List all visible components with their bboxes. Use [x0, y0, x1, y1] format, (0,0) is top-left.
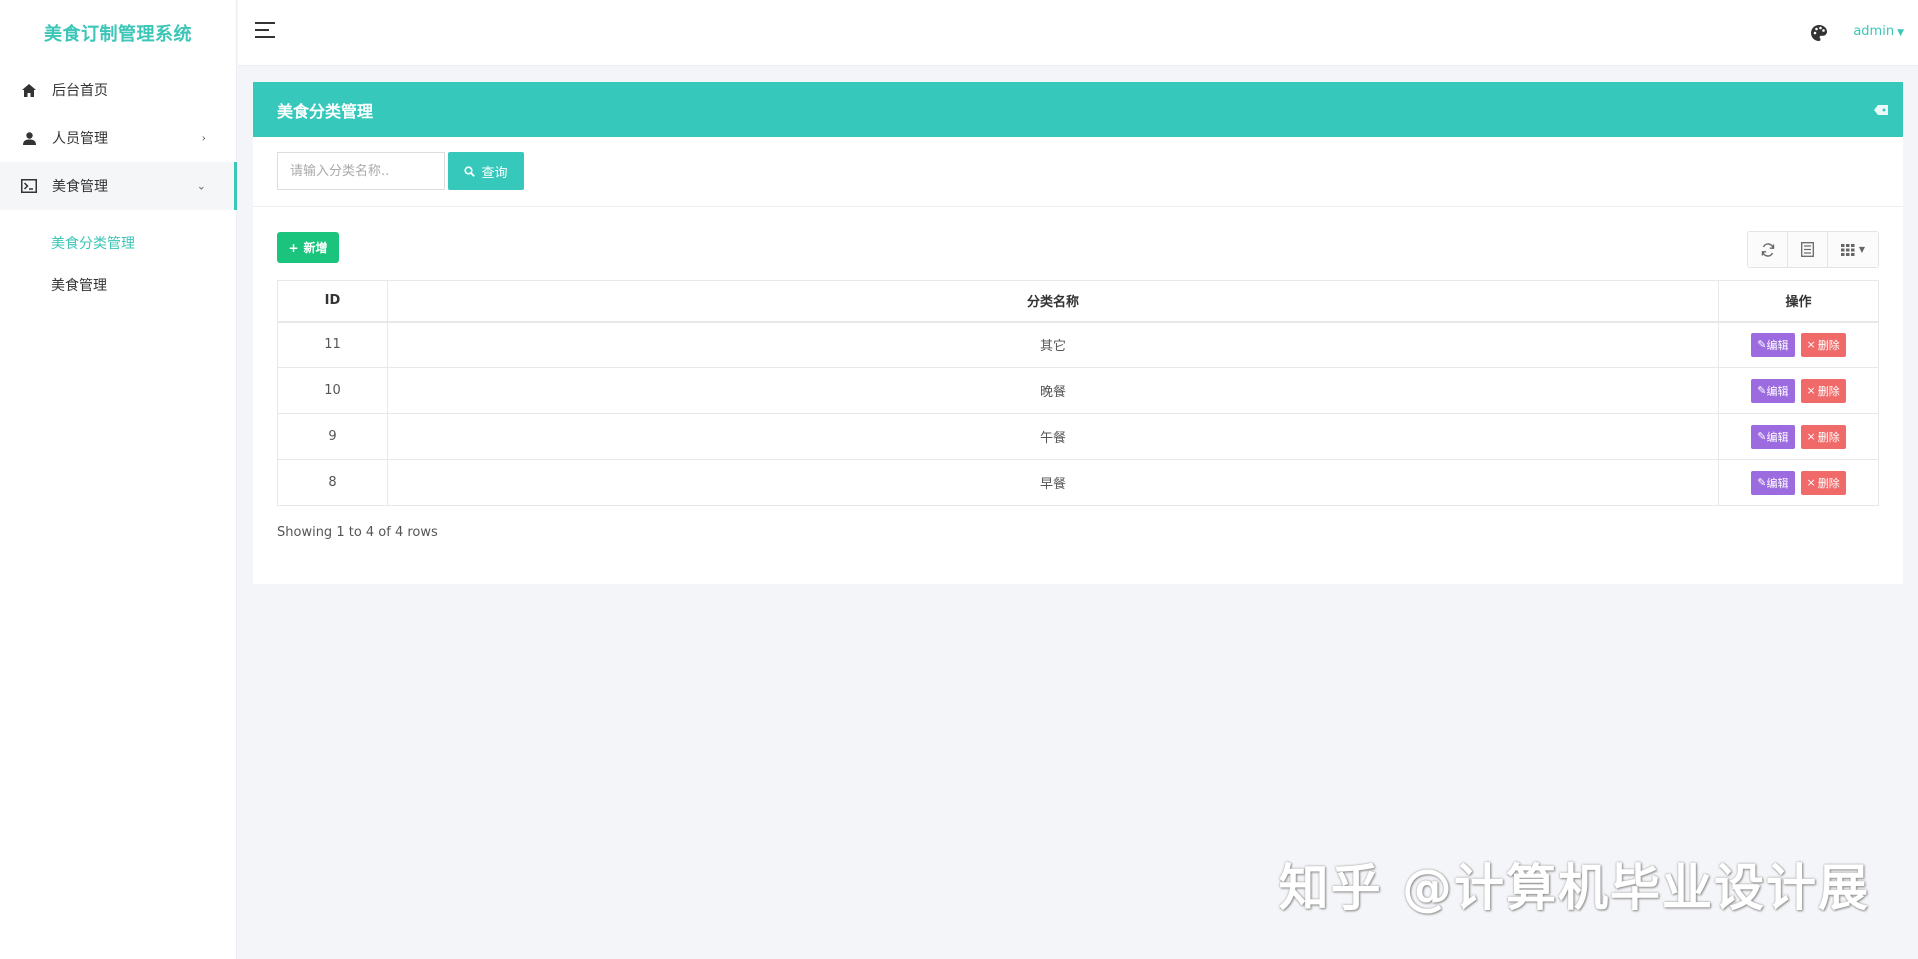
cell-actions: ✎ 编辑 × 删除 [1718, 367, 1879, 414]
edit-label: 编辑 [1766, 338, 1789, 352]
watermark: 知乎 @计算机毕业设计展 [1278, 859, 1870, 917]
column-header-name[interactable]: 分类名称 [387, 280, 1719, 323]
menu-toggle-icon[interactable] [255, 22, 277, 40]
user-icon [20, 129, 38, 147]
list-icon [1801, 242, 1814, 257]
add-button-label: 新增 [303, 241, 328, 255]
home-icon [20, 81, 38, 99]
cell-name: 晚餐 [387, 367, 1719, 414]
table-row: 8 早餐 ✎ 编辑 × 删除 [277, 459, 1879, 506]
pencil-icon: ✎ [1757, 430, 1767, 443]
refresh-icon [1761, 242, 1774, 257]
user-menu[interactable]: admin ▼ [1853, 24, 1904, 39]
close-icon: × [1806, 338, 1816, 352]
pagination-info: Showing 1 to 4 of 4 rows [277, 525, 438, 540]
toggle-view-button[interactable] [1788, 232, 1828, 267]
edit-label: 编辑 [1766, 430, 1789, 444]
refresh-button[interactable] [1748, 232, 1788, 267]
add-button[interactable]: + 新增 [277, 232, 339, 263]
delete-button[interactable]: × 删除 [1800, 332, 1846, 357]
plus-icon: + [288, 240, 299, 255]
edit-button[interactable]: ✎ 编辑 [1751, 378, 1795, 403]
pencil-icon: ✎ [1757, 476, 1767, 489]
delete-label: 删除 [1817, 476, 1840, 490]
cell-id: 9 [277, 413, 388, 460]
user-name: admin [1853, 24, 1895, 39]
data-table: ID 分类名称 操作 11 其它 ✎ 编辑 × 删除 10 晚餐 ✎ 编辑 × 删除 [277, 280, 1879, 506]
chevron-right-icon: › [201, 131, 206, 145]
close-icon: × [1806, 430, 1816, 443]
caret-down-icon: ▼ [1897, 28, 1904, 38]
search-input[interactable] [277, 152, 445, 190]
edit-button[interactable]: ✎ 编辑 [1751, 424, 1795, 449]
delete-button[interactable]: × 删除 [1800, 424, 1846, 449]
delete-label: 删除 [1817, 430, 1840, 444]
cell-name: 午餐 [387, 413, 1719, 460]
cell-actions: ✎ 编辑 × 删除 [1718, 459, 1879, 506]
close-icon: × [1806, 384, 1816, 397]
palette-icon[interactable] [1810, 24, 1828, 42]
edit-button[interactable]: ✎ 编辑 [1751, 332, 1795, 357]
chevron-down-icon: ⌄ [196, 179, 206, 193]
search-button-label: 查询 [481, 165, 508, 181]
edit-button[interactable]: ✎ 编辑 [1751, 470, 1795, 495]
edit-label: 编辑 [1766, 476, 1789, 490]
delete-label: 删除 [1817, 338, 1840, 352]
grid-icon [1840, 243, 1855, 256]
sidebar-item-home[interactable]: 后台首页 [0, 66, 236, 114]
sidebar: 美食订制管理系统 后台首页 人员管理 › 美食管理 ⌄ 美食分类管理 美食管理 [0, 0, 237, 959]
delete-label: 删除 [1817, 384, 1840, 398]
cell-name: 其它 [387, 321, 1719, 368]
cell-id: 8 [277, 459, 388, 506]
sidebar-item-label: 人员管理 [52, 131, 108, 147]
submenu: 美食分类管理 美食管理 [0, 210, 236, 314]
page-title: 美食分类管理 [277, 101, 374, 121]
panel-header: 美食分类管理 [253, 82, 1903, 137]
main-panel: 美食分类管理 查询 + 新增 ▼ ID 分类名称 操 [253, 82, 1903, 584]
sidebar-item-personnel[interactable]: 人员管理 › [0, 114, 236, 162]
edit-label: 编辑 [1766, 384, 1789, 398]
delete-button[interactable]: × 删除 [1800, 470, 1846, 495]
submenu-item-food-category[interactable]: 美食分类管理 [0, 222, 236, 264]
close-icon: × [1806, 476, 1816, 489]
table-row: 10 晚餐 ✎ 编辑 × 删除 [277, 367, 1879, 414]
caret-down-icon: ▼ [1858, 245, 1866, 254]
search-icon [464, 165, 476, 177]
columns-button[interactable]: ▼ [1828, 232, 1878, 267]
sidebar-item-label: 后台首页 [52, 83, 108, 99]
table-toolbar: ▼ [1747, 231, 1879, 268]
cell-actions: ✎ 编辑 × 删除 [1718, 413, 1879, 460]
app-title: 美食订制管理系统 [44, 24, 192, 45]
table-row: 9 午餐 ✎ 编辑 × 删除 [277, 413, 1879, 460]
submenu-item-food[interactable]: 美食管理 [0, 264, 236, 306]
cell-id: 10 [277, 367, 388, 414]
terminal-icon [20, 177, 38, 195]
search-bar: 查询 [253, 137, 1903, 207]
table-header-row: ID 分类名称 操作 [277, 280, 1879, 323]
column-header-id[interactable]: ID [277, 280, 388, 323]
table-row: 11 其它 ✎ 编辑 × 删除 [277, 321, 1879, 368]
sidebar-item-label: 美食管理 [52, 179, 108, 195]
pencil-icon: ✎ [1757, 384, 1767, 397]
sidebar-item-food[interactable]: 美食管理 ⌄ [0, 162, 237, 210]
delete-button[interactable]: × 删除 [1800, 378, 1846, 403]
top-bar: admin ▼ [238, 0, 1918, 66]
search-button[interactable]: 查询 [448, 152, 524, 190]
cell-id: 11 [277, 321, 388, 368]
cell-name: 早餐 [387, 459, 1719, 506]
eraser-icon[interactable] [1873, 102, 1889, 116]
column-header-actions: 操作 [1718, 280, 1879, 323]
pencil-icon: ✎ [1757, 338, 1767, 352]
cell-actions: ✎ 编辑 × 删除 [1718, 321, 1879, 368]
